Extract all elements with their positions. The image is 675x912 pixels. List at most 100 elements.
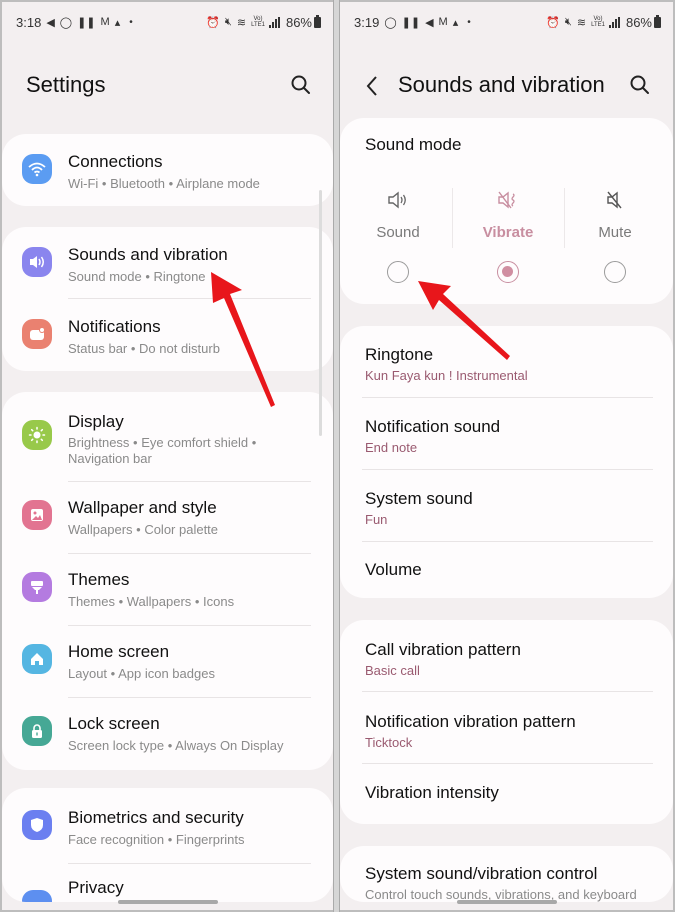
scrollbar[interactable] [319,190,322,436]
item-subtitle: Status bar • Do not disturb [68,341,220,356]
volte-icon: Vo) LTE1 [251,16,265,28]
mute-icon: 🔇︎ [224,15,232,28]
home-icon [22,644,52,674]
settings-item-sounds-and-vibration[interactable]: Sounds and vibration Sound mode • Ringto… [2,227,333,299]
battery-percent: 86% [285,14,312,30]
image-icon [22,500,52,530]
item-subtitle: Screen lock type • Always On Display [68,738,284,753]
radio-vibrate[interactable] [497,261,519,283]
search-button[interactable] [629,74,651,96]
privacy-icon [22,890,52,902]
settings-item-ringtone[interactable]: Ringtone Kun Faya kun ! Instrumental [340,326,673,398]
settings-item-home-screen[interactable]: Home screen Layout • App icon badges [2,626,333,698]
whatsapp-icon: ◯ [59,16,73,29]
item-subtitle-line2: Navigation bar [68,451,152,466]
pause-icon: ❚❚ [77,16,96,29]
home-gesture-handle[interactable] [117,900,218,904]
search-button[interactable] [290,74,312,96]
item-title: Sounds and vibration [68,245,228,264]
item-subtitle: Face recognition • Fingerprints [68,832,245,847]
lock-icon [22,716,52,746]
shield-icon [22,810,52,840]
sound-mode-option-sound[interactable]: Sound [343,188,453,288]
item-title: System sound/vibration control [365,864,598,883]
item-title: Biometrics and security [68,808,244,827]
sound-mode-title: Sound mode [365,135,462,154]
home-gesture-handle[interactable] [456,900,557,904]
page-title: Settings [26,72,106,97]
system-control-card: System sound/vibration control Control t… [340,846,673,902]
settings-item-call-vibration-pattern[interactable]: Call vibration pattern Basic call [340,620,673,692]
screenshot-divider [333,0,340,912]
sound-mode-option-vibrate[interactable]: Vibrate [453,188,563,288]
settings-item-notifications[interactable]: Notifications Status bar • Do not distur… [2,299,333,371]
sound-mode-label: Vibrate [482,224,534,241]
sound-settings-card: Ringtone Kun Faya kun ! Instrumental Not… [340,326,673,598]
item-title: Volume [365,560,422,579]
signal-icon [608,16,620,28]
more-notifications-dot: • [129,16,133,28]
item-subtitle: Layout • App icon badges [68,666,215,681]
sound-mode-label: Mute [598,224,632,241]
settings-item-vibration-intensity[interactable]: Vibration intensity [340,764,673,824]
vibration-settings-card: Call vibration pattern Basic call Notifi… [340,620,673,824]
item-value: Kun Faya kun ! Instrumental [365,368,528,383]
settings-item-system-sound[interactable]: System sound Fun [340,470,673,542]
settings-item-notification-sound[interactable]: Notification sound End note [340,398,673,470]
settings-item-connections[interactable]: Connections Wi-Fi • Bluetooth • Airplane… [2,134,333,206]
settings-item-display[interactable]: Display Brightness • Eye comfort shield … [2,392,333,482]
search-icon [291,75,310,94]
radio-sound[interactable] [387,261,409,283]
telegram-icon: ◀ [46,16,55,29]
settings-item-biometrics-and-security[interactable]: Biometrics and security Face recognition… [2,788,333,864]
wifi-icon: ≋ [236,16,247,29]
settings-group-connections: Connections Wi-Fi • Bluetooth • Airplane… [2,134,333,206]
notification-icon [22,319,52,349]
settings-item-wallpaper-and-style[interactable]: Wallpaper and style Wallpapers • Color p… [2,482,333,554]
settings-item-themes[interactable]: Themes Themes • Wallpapers • Icons [2,554,333,626]
battery-percent: 86% [625,14,652,30]
settings-group-display: Display Brightness • Eye comfort shield … [2,392,333,770]
item-title: Display [68,412,124,431]
item-title: Notification sound [365,417,501,436]
wifi-icon [22,154,52,184]
item-title: Vibration intensity [365,783,499,802]
item-value: Fun [365,512,388,527]
settings-item-notification-vibration-pattern[interactable]: Notification vibration pattern Ticktock [340,692,673,764]
cloud-icon: ▴ [452,16,459,29]
vibrate-icon [498,191,515,209]
status-time: 3:19 [354,14,380,30]
item-title: Ringtone [365,345,434,364]
settings-group-security: Biometrics and security Face recognition… [2,788,333,902]
pause-icon: ❚❚ [401,16,421,29]
item-title: System sound [365,489,473,508]
item-subtitle: Wallpapers • Color palette [68,522,219,537]
item-subtitle: Themes • Wallpapers • Icons [68,594,235,609]
back-button[interactable] [364,74,380,98]
item-title: Call vibration pattern [365,640,521,659]
alarm-icon: ⏰ [546,16,560,29]
settings-item-volume[interactable]: Volume [340,542,673,598]
item-title: Privacy [68,878,124,897]
sound-mode-card: Sound mode Sound Vibrate Mute [340,118,673,304]
radio-mute[interactable] [604,261,626,283]
item-subtitle: Brightness • Eye comfort shield • [68,435,257,450]
settings-item-lock-screen[interactable]: Lock screen Screen lock type • Always On… [2,698,333,770]
status-bar: 3:18 ◀ ◯ ❚❚ M ▴ • ⏰ 🔇︎ ≋ Vo) LTE1 86% [16,12,321,32]
item-value: Ticktock [365,735,413,750]
battery-icon [314,14,321,28]
sounds-and-vibration-screen: 3:19 ◯ ❚❚ ◀ M ▴ • ⏰ 🔇︎ ≋ Vo) LTE1 86% Sou… [340,2,673,910]
volte-icon: Vo) LTE1 [591,16,605,28]
battery-icon [654,14,661,28]
wifi-icon: ≋ [576,16,587,29]
settings-item-system-sound-vibration-control[interactable]: System sound/vibration control Control t… [340,846,673,902]
item-value: End note [365,440,418,455]
item-title: Wallpaper and style [68,498,217,517]
item-title: Connections [68,152,163,171]
more-notifications-dot: • [467,16,471,28]
settings-item-privacy[interactable]: Privacy [2,860,333,902]
sound-mode-option-mute[interactable]: Mute [560,188,670,288]
item-subtitle: Sound mode • Ringtone [68,269,206,284]
item-title: Home screen [68,642,170,661]
page-title: Sounds and vibration [398,72,605,97]
